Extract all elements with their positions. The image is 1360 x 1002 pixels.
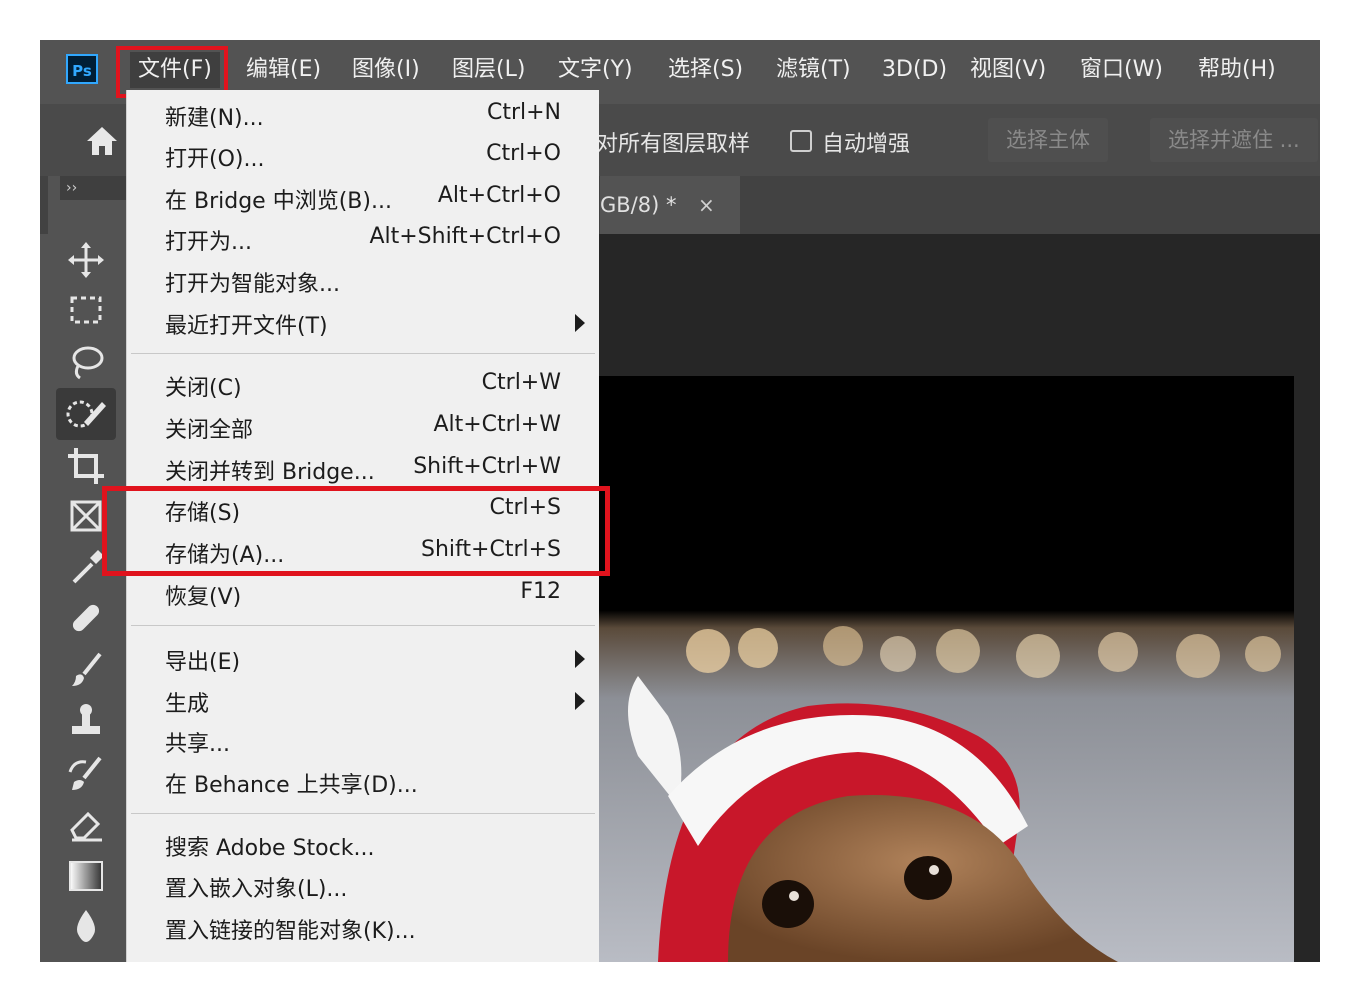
quick-select-icon[interactable] bbox=[56, 388, 116, 440]
close-tab-icon[interactable]: × bbox=[698, 193, 715, 217]
menu-item-place-embedded[interactable]: 置入嵌入对象(L)... bbox=[127, 867, 599, 907]
stamp-icon[interactable] bbox=[64, 700, 108, 744]
menu-item-share[interactable]: 共享... bbox=[127, 722, 599, 762]
menu-separator bbox=[131, 625, 595, 626]
menu-help[interactable]: 帮助(H) bbox=[1198, 52, 1276, 88]
menu-item-label: 关闭全部 bbox=[165, 418, 254, 443]
brush-icon[interactable] bbox=[64, 648, 108, 692]
menu-item-generate[interactable]: 生成 bbox=[127, 682, 599, 722]
menu-image[interactable]: 图像(I) bbox=[352, 52, 420, 88]
menu-item-shortcut: Alt+Ctrl+O bbox=[437, 183, 561, 208]
document-photo bbox=[598, 376, 1294, 962]
menu-item-open[interactable]: 打开(O)... Ctrl+O bbox=[127, 137, 599, 177]
menu-item-close-go-bridge[interactable]: 关闭并转到 Bridge... Shift+Ctrl+W bbox=[127, 450, 599, 490]
menu-separator bbox=[131, 353, 595, 354]
menu-view[interactable]: 视图(V) bbox=[970, 52, 1046, 88]
menu-separator bbox=[131, 813, 595, 814]
submenu-arrow-icon bbox=[575, 650, 585, 668]
document-tab-title: GB/8) * bbox=[600, 193, 677, 217]
menu-item-label: 打开(O)... bbox=[165, 147, 265, 172]
menu-item-label: 打开为... bbox=[165, 230, 252, 255]
menu-item-label: 新建(N)... bbox=[165, 106, 264, 131]
menu-item-close-all[interactable]: 关闭全部 Alt+Ctrl+W bbox=[127, 408, 599, 448]
menu-item-search-stock[interactable]: 搜索 Adobe Stock... bbox=[127, 826, 599, 866]
menu-select[interactable]: 选择(S) bbox=[668, 52, 743, 88]
menu-item-open-as[interactable]: 打开为... Alt+Shift+Ctrl+O bbox=[127, 220, 599, 260]
lasso-icon[interactable] bbox=[64, 340, 108, 384]
menu-item-label: 导出(E) bbox=[165, 650, 241, 675]
menu-item-new[interactable]: 新建(N)... Ctrl+N bbox=[127, 96, 599, 136]
menu-item-label: 恢复(V) bbox=[165, 585, 242, 610]
menu-item-shortcut: Alt+Ctrl+W bbox=[433, 412, 561, 437]
menu-item-export[interactable]: 导出(E) bbox=[127, 640, 599, 680]
menu-item-shortcut: Alt+Shift+Ctrl+O bbox=[369, 224, 561, 249]
menu-item-label: 共享... bbox=[165, 732, 230, 757]
menu-item-label: 打开为智能对象... bbox=[165, 272, 340, 297]
menu-item-open-smart-object[interactable]: 打开为智能对象... bbox=[127, 262, 599, 302]
menu-item-shortcut: F12 bbox=[520, 579, 561, 604]
crop-icon[interactable] bbox=[64, 444, 108, 488]
menu-3d[interactable]: 3D(D) bbox=[882, 52, 947, 88]
menu-item-shortcut: Ctrl+W bbox=[481, 370, 561, 395]
menu-item-label: 置入链接的智能对象(K)... bbox=[165, 919, 416, 944]
menu-item-label: 搜索 Adobe Stock... bbox=[165, 836, 375, 861]
menu-item-place-linked[interactable]: 置入链接的智能对象(K)... bbox=[127, 909, 599, 949]
menu-layer[interactable]: 图层(L) bbox=[452, 52, 525, 88]
auto-enhance-label: 自动增强 bbox=[822, 132, 911, 157]
menu-item-label: 生成 bbox=[165, 692, 210, 717]
menu-edit[interactable]: 编辑(E) bbox=[246, 52, 321, 88]
home-icon[interactable] bbox=[84, 124, 120, 158]
move-icon[interactable] bbox=[64, 238, 108, 282]
eraser-icon[interactable] bbox=[64, 802, 108, 846]
menu-item-revert[interactable]: 恢复(V) F12 bbox=[127, 575, 599, 615]
menu-item-shortcut: Shift+Ctrl+W bbox=[413, 454, 561, 479]
submenu-arrow-icon bbox=[575, 314, 585, 332]
photoshop-logo: Ps bbox=[66, 54, 98, 84]
photoshop-window: Ps 文件(F) 编辑(E) 图像(I) 图层(L) 文字(Y) 选择(S) 滤… bbox=[40, 40, 1320, 962]
menu-window[interactable]: 窗口(W) bbox=[1080, 52, 1163, 88]
select-and-mask-button[interactable]: 选择并遮住 ... bbox=[1150, 118, 1318, 162]
document-tab[interactable]: GB/8) * bbox=[600, 176, 740, 234]
menu-item-close[interactable]: 关闭(C) Ctrl+W bbox=[127, 366, 599, 406]
select-subject-button[interactable]: 选择主体 bbox=[988, 118, 1108, 162]
menu-item-label: 置入嵌入对象(L)... bbox=[165, 877, 348, 902]
menu-item-browse-bridge[interactable]: 在 Bridge 中浏览(B)... Alt+Ctrl+O bbox=[127, 179, 599, 219]
menu-item-shortcut: Ctrl+O bbox=[486, 141, 561, 166]
marquee-icon[interactable] bbox=[64, 288, 108, 332]
gradient-icon[interactable] bbox=[64, 854, 108, 898]
menu-item-label: 在 Behance 上共享(D)... bbox=[165, 773, 418, 798]
menu-item-label: 关闭(C) bbox=[165, 376, 242, 401]
sample-all-layers-label: 对所有图层取样 bbox=[596, 132, 751, 157]
menu-item-label: 最近打开文件(T) bbox=[165, 314, 328, 339]
submenu-arrow-icon bbox=[575, 692, 585, 710]
menu-item-label: 在 Bridge 中浏览(B)... bbox=[165, 189, 392, 214]
menu-item-label: 关闭并转到 Bridge... bbox=[165, 460, 375, 485]
history-brush-icon[interactable] bbox=[64, 752, 108, 796]
healing-icon[interactable] bbox=[64, 596, 108, 640]
save-items-highlight-box bbox=[102, 486, 610, 576]
menu-item-share-behance[interactable]: 在 Behance 上共享(D)... bbox=[127, 763, 599, 803]
auto-enhance-checkbox[interactable] bbox=[790, 130, 812, 152]
menu-item-recent-files[interactable]: 最近打开文件(T) bbox=[127, 304, 599, 344]
menu-filter[interactable]: 滤镜(T) bbox=[776, 52, 851, 88]
blur-icon[interactable] bbox=[64, 904, 108, 948]
menu-item-shortcut: Ctrl+N bbox=[486, 100, 561, 125]
menu-type[interactable]: 文字(Y) bbox=[558, 52, 633, 88]
collapse-panel-button[interactable]: ›› bbox=[60, 176, 126, 200]
